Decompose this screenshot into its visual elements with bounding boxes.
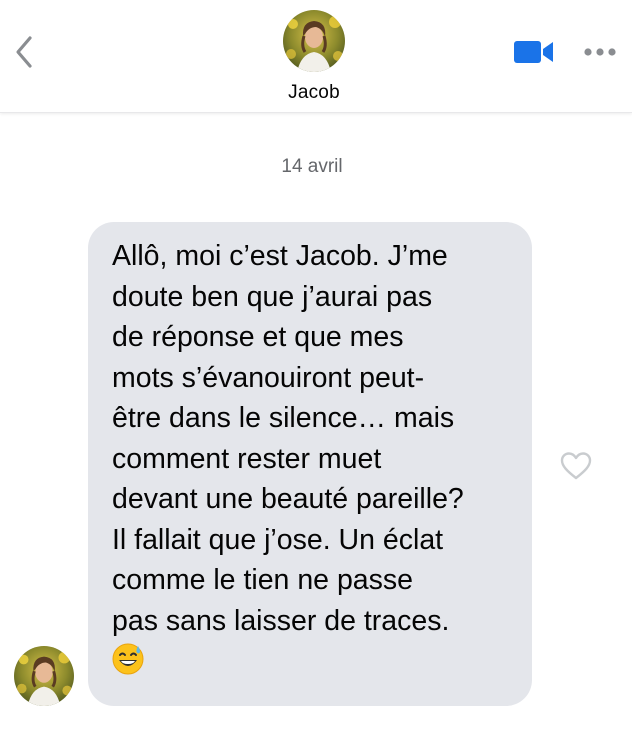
contact-profile[interactable]: Jacob xyxy=(266,10,362,110)
chevron-left-icon xyxy=(16,36,32,68)
message-line: de réponse et que mes xyxy=(112,321,404,353)
message-line: comment rester muet xyxy=(112,442,382,475)
heart-outline-icon xyxy=(560,452,592,480)
message-text: Allô, moi c’est Jacob. J’me doute ben qu… xyxy=(112,236,508,641)
more-options-button[interactable] xyxy=(580,38,620,66)
video-camera-icon xyxy=(514,41,553,63)
sender-avatar[interactable] xyxy=(14,646,74,706)
grinning-face-with-sweat-emoji xyxy=(112,643,144,675)
message-line: doute ben que j’aurai pas xyxy=(112,280,433,313)
message-line: pas sans laisser de traces. xyxy=(112,604,450,637)
contact-avatar[interactable] xyxy=(283,10,345,72)
message-line: être dans le silence… mais xyxy=(112,402,455,434)
date-separator: 14 avril xyxy=(281,156,343,177)
message-line: Il fallait que j’ose. Un éclat xyxy=(112,523,444,556)
back-button[interactable] xyxy=(10,32,38,72)
message-bubble[interactable]: Allô, moi c’est Jacob. J’me doute ben qu… xyxy=(88,222,532,706)
message-line: comme le tien ne passe xyxy=(112,564,413,596)
like-button[interactable] xyxy=(558,450,594,482)
message-line: devant une beauté pareille? xyxy=(112,483,464,515)
message-line: Allô, moi c’est Jacob. J’me xyxy=(112,240,448,272)
more-horizontal-icon xyxy=(584,48,616,56)
video-call-button[interactable] xyxy=(512,38,556,66)
conversation-header: Jacob xyxy=(0,0,632,113)
contact-name: Jacob xyxy=(288,82,340,103)
message-line: mots s’évanouiront peut- xyxy=(112,361,425,394)
